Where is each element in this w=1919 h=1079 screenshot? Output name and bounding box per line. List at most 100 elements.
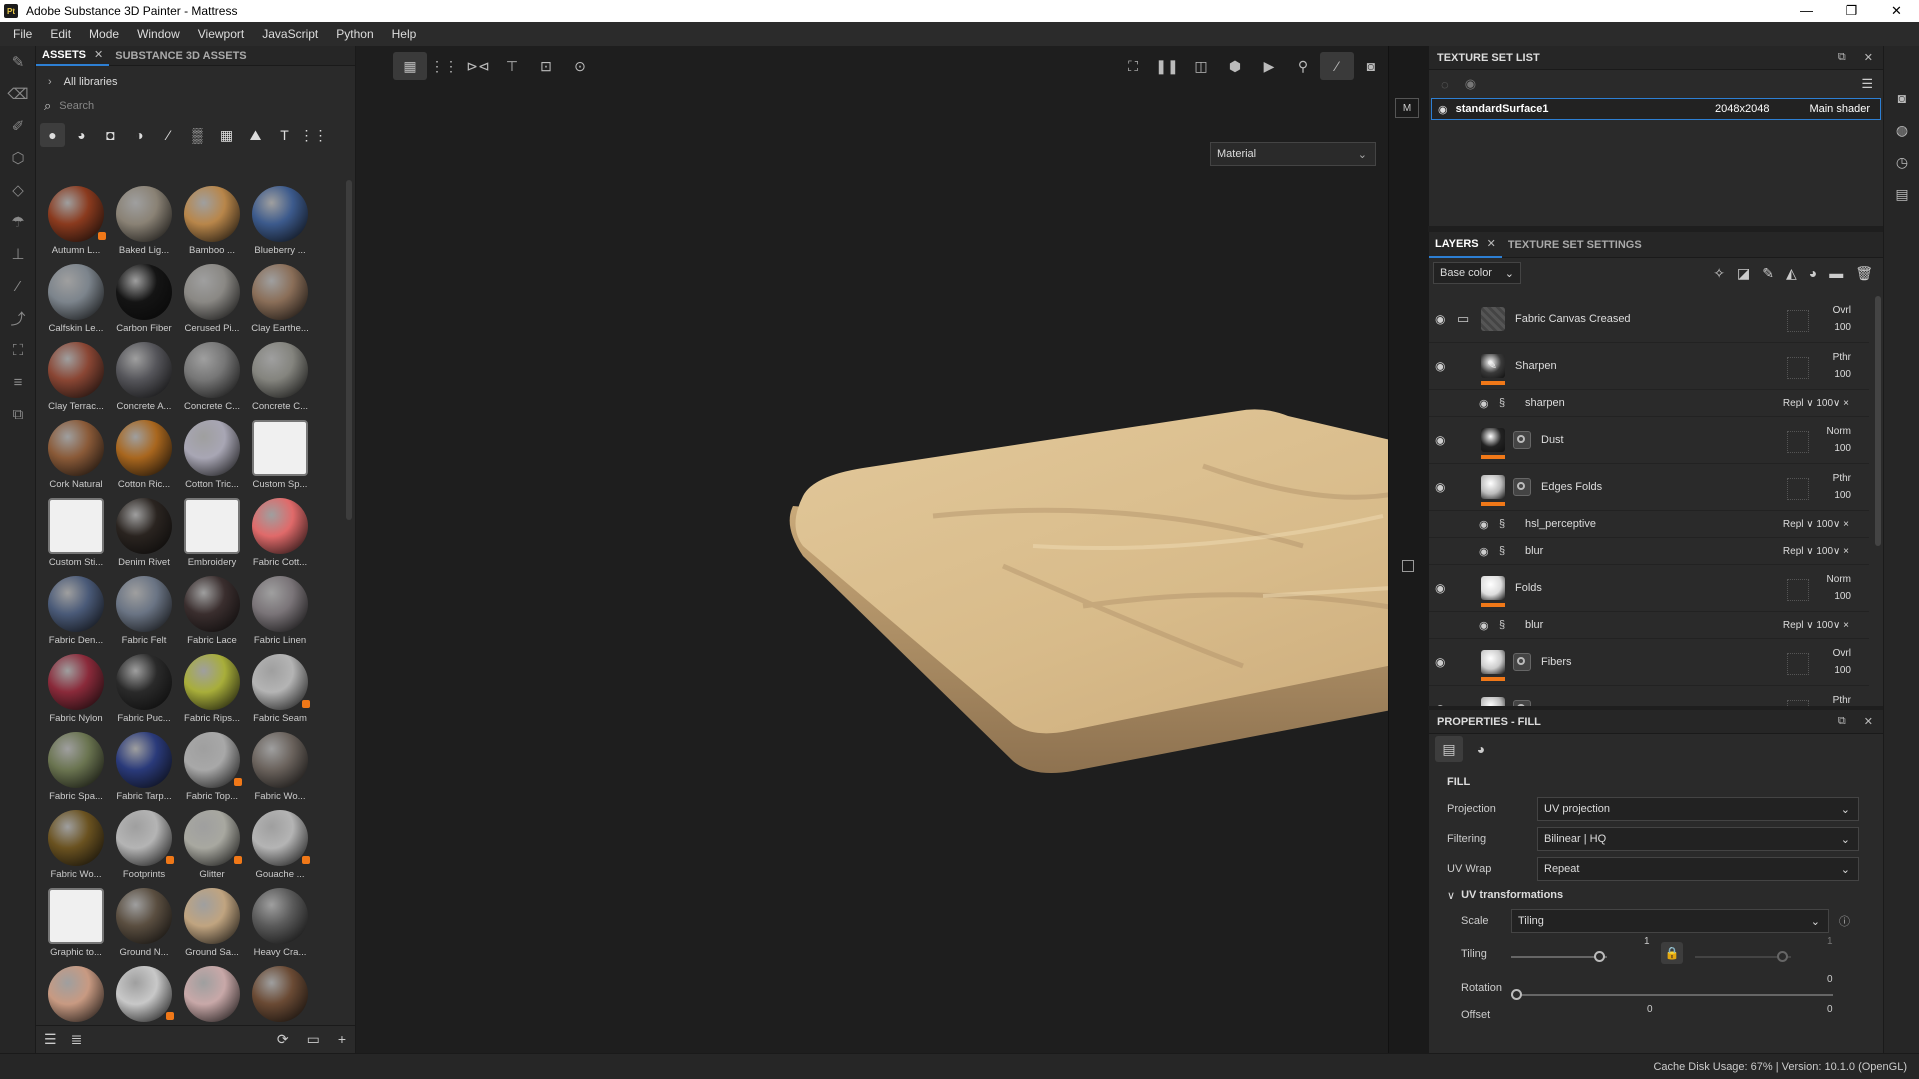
asset-tile[interactable]: Cerused Pi... xyxy=(178,258,246,336)
layer-row[interactable]: ◉ ✎ Sharpen Pthr 100 xyxy=(1429,343,1869,390)
filter-generators-icon[interactable]: ◑ xyxy=(127,123,152,147)
filter-smart-materials-icon[interactable]: ◕ xyxy=(69,123,94,147)
asset-tile[interactable]: Cork Natural xyxy=(42,414,110,492)
filter-all-icon[interactable]: ⋮⋮ xyxy=(300,123,328,147)
layer-mask-thumbnail[interactable] xyxy=(1513,700,1531,706)
effect-blend[interactable]: Repl ∨ 100∨ × xyxy=(1783,398,1849,409)
layer-row[interactable]: ◉ Fibers Ovrl 100 xyxy=(1429,639,1869,686)
eye-icon[interactable]: ◉ xyxy=(1435,433,1457,447)
layer-opacity[interactable]: 100 xyxy=(1833,366,1851,383)
asset-tile[interactable]: Clay Terrac... xyxy=(42,336,110,414)
menu-window[interactable]: Window xyxy=(128,27,189,41)
smudge-icon[interactable]: ☂ xyxy=(0,206,36,238)
path-tool-icon[interactable]: ⤴ xyxy=(0,302,36,334)
asset-tile[interactable]: Fabric Den... xyxy=(42,570,110,648)
polygon-fill-icon[interactable]: ◇ xyxy=(0,174,36,206)
eye-icon[interactable]: ◉ xyxy=(1435,702,1457,706)
layer-effect-row[interactable]: ◉ § sharpen Repl ∨ 100∨ × xyxy=(1429,390,1869,417)
filter-textures-icon[interactable]: ▦ xyxy=(214,123,239,147)
layer-effect-row[interactable]: ◉ § blur Repl ∨ 100∨ × xyxy=(1429,612,1869,639)
tab-layers[interactable]: LAYERS ✕ xyxy=(1429,232,1502,258)
asset-tile[interactable]: Bamboo ... xyxy=(178,180,246,258)
filter-brushes-icon[interactable]: ⁄ xyxy=(156,123,181,147)
geometry-mask-icon[interactable]: ⬡ xyxy=(0,142,36,174)
layer-opacity[interactable]: 100 xyxy=(1833,487,1851,504)
eye-icon[interactable]: ◉ xyxy=(1479,518,1499,531)
asset-tile[interactable]: Ground N... xyxy=(110,882,178,960)
symmetry-icon[interactable]: ⊳⊲ xyxy=(461,52,495,80)
layer-row[interactable]: ◉ Dust Norm 100 xyxy=(1429,417,1869,464)
rotation-knob[interactable] xyxy=(1511,989,1522,1000)
layer-blend-mode[interactable]: Pthr xyxy=(1833,470,1851,487)
menu-edit[interactable]: Edit xyxy=(41,27,80,41)
layer-blend-mode[interactable]: Norm xyxy=(1827,571,1851,588)
layer-blend-mode[interactable]: Ovrl xyxy=(1833,645,1851,662)
layer-opacity-box[interactable] xyxy=(1787,653,1809,675)
layer-blend[interactable]: Ovrl 100 xyxy=(1833,302,1851,336)
asset-tile[interactable]: Concrete A... xyxy=(110,336,178,414)
log-icon[interactable]: ▤ xyxy=(1884,178,1919,210)
reset-view-icon[interactable]: ⊙ xyxy=(563,52,597,80)
history-icon[interactable]: ◷ xyxy=(1884,146,1919,178)
asset-tile[interactable]: Concrete C... xyxy=(178,336,246,414)
asset-tile[interactable]: Fabric Wo... xyxy=(42,804,110,882)
grid-layout-icon[interactable]: ⋮⋮ xyxy=(427,52,461,80)
layer-mask-thumbnail[interactable] xyxy=(1513,431,1531,449)
asset-tile[interactable]: Fabric Seam xyxy=(246,648,314,726)
asset-tile[interactable]: Denim Rivet xyxy=(110,492,178,570)
asset-tile[interactable]: Fabric Cott... xyxy=(246,492,314,570)
asset-tile[interactable] xyxy=(42,960,110,1028)
eye-icon[interactable]: ◉ xyxy=(1479,619,1499,632)
asset-tile[interactable]: Heavy Cra... xyxy=(246,882,314,960)
layer-mask-thumbnail[interactable] xyxy=(1513,478,1531,496)
display-settings-icon[interactable]: ◙ xyxy=(1884,82,1919,114)
eye-icon[interactable]: ◉ xyxy=(1438,103,1448,116)
asset-tile[interactable]: Glitter xyxy=(178,804,246,882)
asset-tile[interactable]: Graphic to... xyxy=(42,882,110,960)
material-mode-select[interactable]: Material ⌄ xyxy=(1210,142,1376,166)
filter-masks-icon[interactable]: ◘ xyxy=(98,123,123,147)
cube-icon[interactable]: ⬢ xyxy=(1218,52,1252,80)
eye-icon[interactable]: ◉ xyxy=(1435,359,1457,373)
add-effect-icon[interactable]: ✧ xyxy=(1713,265,1725,282)
layer-blend[interactable]: Pthr 100 xyxy=(1833,349,1851,383)
menu-icon[interactable]: ☰ xyxy=(1861,76,1873,92)
texture-set-row[interactable]: ◉ standardSurface1 2048x2048 Main shader xyxy=(1431,98,1881,120)
asset-tile[interactable]: Fabric Wo... xyxy=(246,726,314,804)
tab-substance-3d-assets[interactable]: SUBSTANCE 3D ASSETS xyxy=(109,46,252,66)
add-smart-material-icon[interactable]: ◕ xyxy=(1809,265,1817,282)
clone-stamp-icon[interactable]: ⊥ xyxy=(0,238,36,270)
filter-particles-icon[interactable]: ▒ xyxy=(185,123,210,147)
menu-python[interactable]: Python xyxy=(327,27,382,41)
filter-environments-icon[interactable]: ⛰ xyxy=(243,123,268,147)
filter-text-icon[interactable]: T xyxy=(272,123,297,147)
menu-viewport[interactable]: Viewport xyxy=(189,27,253,41)
layer-mask-thumbnail[interactable] xyxy=(1513,653,1531,671)
info-icon[interactable]: ⓘ xyxy=(1839,913,1850,929)
menu-javascript[interactable]: JavaScript xyxy=(253,27,327,41)
maximize-button[interactable]: ❐ xyxy=(1829,0,1874,22)
asset-tile[interactable]: Fabric Tarp... xyxy=(110,726,178,804)
material-mode-toggle[interactable]: M xyxy=(1395,98,1419,118)
layer-row[interactable]: ◉ Edges Folds Pthr 100 xyxy=(1429,464,1869,511)
bake-icon[interactable]: ⛶ xyxy=(0,334,36,366)
menu-mode[interactable]: Mode xyxy=(80,27,128,41)
asset-tile[interactable]: Custom Sp... xyxy=(246,414,314,492)
layer-opacity-box[interactable] xyxy=(1787,310,1809,332)
channel-select[interactable]: Base color ⌄ xyxy=(1433,262,1521,284)
layer-blend-mode[interactable]: Pthr xyxy=(1833,349,1851,366)
list-view-icon[interactable]: ≣ xyxy=(71,1031,83,1048)
layer-blend[interactable]: Pthr 100 xyxy=(1833,470,1851,504)
filtering-select[interactable]: Bilinear | HQ ⌄ xyxy=(1537,827,1859,851)
asset-tile[interactable]: Embroidery xyxy=(178,492,246,570)
scale-select[interactable]: Tiling ⌄ xyxy=(1511,909,1829,933)
float-panel-icon[interactable]: ⧉ xyxy=(1838,51,1846,64)
layer-blend[interactable]: Norm 100 xyxy=(1827,571,1851,605)
layer-blend-mode[interactable]: Norm xyxy=(1827,423,1851,440)
asset-search[interactable]: ⌕ Search xyxy=(36,94,355,118)
pause-icon[interactable]: ❚❚ xyxy=(1150,52,1184,80)
close-icon[interactable]: ✕ xyxy=(94,48,103,61)
lock-icon[interactable]: 🔒 xyxy=(1661,942,1683,964)
add-paint-layer-icon[interactable]: ✎ xyxy=(1762,265,1774,282)
tiling-knob-b[interactable] xyxy=(1777,951,1788,962)
